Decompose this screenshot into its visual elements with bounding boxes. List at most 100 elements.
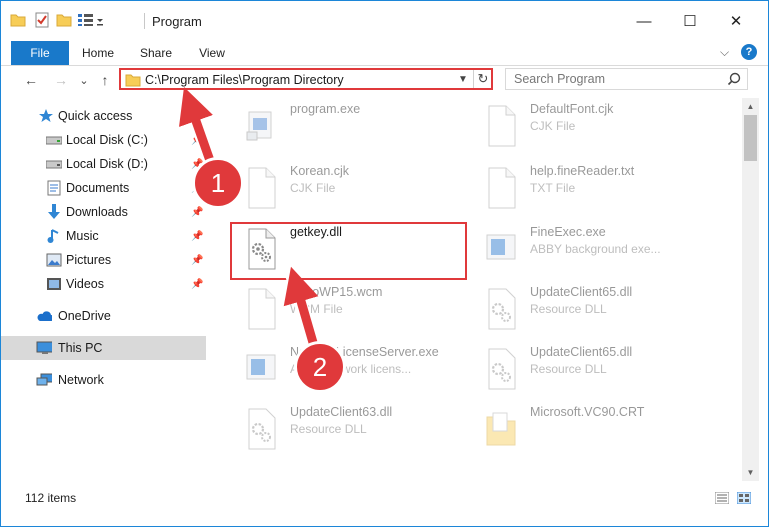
sidebar-item-downloads[interactable]: Downloads 📌 xyxy=(1,200,206,224)
file-item[interactable]: help.fineReader.txt TXT File xyxy=(463,158,703,218)
search-placeholder: Search Program xyxy=(514,72,606,86)
minimize-button[interactable]: — xyxy=(621,1,667,41)
sidebar-item-pictures[interactable]: Pictures 📌 xyxy=(1,248,206,272)
properties-icon[interactable] xyxy=(33,11,51,29)
sidebar-item-label: Quick access xyxy=(58,109,133,123)
vertical-scrollbar[interactable]: ▲ ▼ xyxy=(742,98,759,481)
drive-icon xyxy=(46,132,62,148)
file-name: DefaultFont.cjk xyxy=(530,102,614,116)
sidebar-item-label: Local Disk (C:) xyxy=(66,133,148,147)
file-item[interactable]: UpdateClient63.dll Resource DLL xyxy=(223,399,463,459)
file-item[interactable]: ExtroWP15.wcm WCM File xyxy=(223,279,463,339)
pin-icon[interactable]: 📌 xyxy=(191,135,203,146)
window-title: Program xyxy=(152,14,202,29)
file-name: program.exe xyxy=(290,102,361,116)
scroll-up-icon[interactable]: ▲ xyxy=(742,98,759,115)
file-list: program.exe DefaultFont.cjk CJK File Kor… xyxy=(213,98,741,481)
scroll-down-icon[interactable]: ▼ xyxy=(742,464,759,481)
file-name: FineExec.exe xyxy=(530,225,606,239)
tab-view[interactable]: View xyxy=(189,41,235,65)
customize-qa-icon[interactable] xyxy=(77,11,107,29)
status-bar: 112 items xyxy=(1,487,768,509)
tab-file[interactable]: File xyxy=(11,41,69,65)
file-item[interactable]: UpdateClient65.dll Resource DLL xyxy=(463,279,703,339)
network-icon xyxy=(36,372,52,388)
exe-icon xyxy=(246,354,276,380)
pin-icon[interactable]: 📌 xyxy=(191,231,203,242)
sidebar-item-onedrive[interactable]: OneDrive xyxy=(1,304,206,328)
recent-locations-button[interactable]: ⌄ xyxy=(74,70,94,90)
file-item[interactable]: Microsoft.VC90.CRT xyxy=(463,399,703,459)
music-icon xyxy=(46,228,62,244)
file-type: WCM File xyxy=(290,302,343,316)
sidebar-item-documents[interactable]: Documents 📌 xyxy=(1,176,206,200)
file-name: UpdateClient63.dll xyxy=(290,405,393,419)
step-2-badge: 2 xyxy=(294,341,346,393)
file-name: UpdateClient65.dll xyxy=(530,285,633,299)
address-bar[interactable]: C:\Program Files\Program Directory ▼ ↻ xyxy=(119,68,493,90)
file-name: help.fineReader.txt xyxy=(530,164,635,178)
file-name: UpdateClient65.dll xyxy=(530,345,633,359)
file-type: ABBY background exe... xyxy=(530,242,661,256)
tab-share[interactable]: Share xyxy=(133,41,179,65)
sidebar-item-local-disk-c[interactable]: Local Disk (C:) 📌 xyxy=(1,128,206,152)
sidebar-item-music[interactable]: Music 📌 xyxy=(1,224,206,248)
maximize-button[interactable]: ☐ xyxy=(667,1,713,41)
ribbon-tabs: File Home Share View ⌵ ? xyxy=(1,41,768,66)
new-folder-icon[interactable] xyxy=(55,11,73,29)
address-path[interactable]: C:\Program Files\Program Directory xyxy=(145,73,344,87)
refresh-icon[interactable]: ↻ xyxy=(473,70,492,88)
sidebar-item-label: Documents xyxy=(66,181,130,195)
file-icon xyxy=(488,105,516,147)
chevron-down-icon[interactable]: ▼ xyxy=(455,72,471,88)
search-icon[interactable] xyxy=(727,72,741,89)
item-count: 112 items xyxy=(25,491,77,505)
file-item[interactable]: DefaultFont.cjk CJK File xyxy=(463,98,703,156)
title-separator xyxy=(144,13,145,29)
back-button[interactable]: ← xyxy=(21,70,41,90)
title-bar: Program — ☐ ✕ xyxy=(1,1,768,41)
file-icon xyxy=(248,288,276,330)
up-button[interactable]: ↑ xyxy=(95,70,115,90)
pin-icon[interactable]: 📌 xyxy=(191,255,203,266)
sidebar-item-label: Videos xyxy=(66,277,104,291)
details-view-icon[interactable] xyxy=(715,492,729,504)
file-item[interactable]: FineExec.exe ABBY background exe... xyxy=(463,219,703,279)
sidebar-item-network[interactable]: Network xyxy=(1,368,206,392)
documents-icon xyxy=(46,180,62,196)
cloud-icon xyxy=(36,308,52,324)
file-item[interactable]: Korean.cjk CJK File xyxy=(223,158,463,218)
file-item[interactable]: program.exe xyxy=(223,98,463,156)
sidebar-item-label: OneDrive xyxy=(58,309,111,323)
folder-icon[interactable] xyxy=(9,11,27,29)
pin-icon[interactable]: 📌 xyxy=(191,207,203,218)
file-type: CJK File xyxy=(290,181,336,195)
search-input[interactable]: Search Program xyxy=(505,68,748,90)
tab-home[interactable]: Home xyxy=(75,41,121,65)
pin-icon[interactable]: 📌 xyxy=(191,279,203,290)
dll-icon xyxy=(488,288,516,330)
navigation-pane: Quick access Local Disk (C:) 📌 Local Dis… xyxy=(1,98,206,481)
scroll-thumb[interactable] xyxy=(744,115,757,161)
sidebar-item-label: Music xyxy=(66,229,99,243)
file-type: TXT File xyxy=(530,181,576,195)
large-icons-view-icon[interactable] xyxy=(737,492,751,504)
sidebar-item-label: Local Disk (D:) xyxy=(66,157,148,171)
star-icon xyxy=(38,108,54,124)
ribbon-collapse-icon[interactable]: ⌵ xyxy=(720,45,729,60)
step-1-badge: 1 xyxy=(192,157,244,209)
help-icon[interactable]: ? xyxy=(741,44,757,60)
pictures-icon xyxy=(46,252,62,268)
close-button[interactable]: ✕ xyxy=(713,1,759,41)
sidebar-item-local-disk-d[interactable]: Local Disk (D:) 📌 xyxy=(1,152,206,176)
file-type: CJK File xyxy=(530,119,576,133)
sidebar-item-videos[interactable]: Videos 📌 xyxy=(1,272,206,296)
videos-icon xyxy=(46,276,62,292)
sidebar-item-quick-access[interactable]: Quick access xyxy=(1,104,206,128)
file-name: ExtroWP15.wcm xyxy=(290,285,383,299)
file-type: Resource DLL xyxy=(530,302,607,316)
file-item[interactable]: UpdateClient65.dll Resource DLL xyxy=(463,339,703,399)
downloads-icon xyxy=(46,204,62,220)
sidebar-item-this-pc[interactable]: This PC xyxy=(1,336,206,360)
forward-button[interactable]: → xyxy=(51,70,71,90)
